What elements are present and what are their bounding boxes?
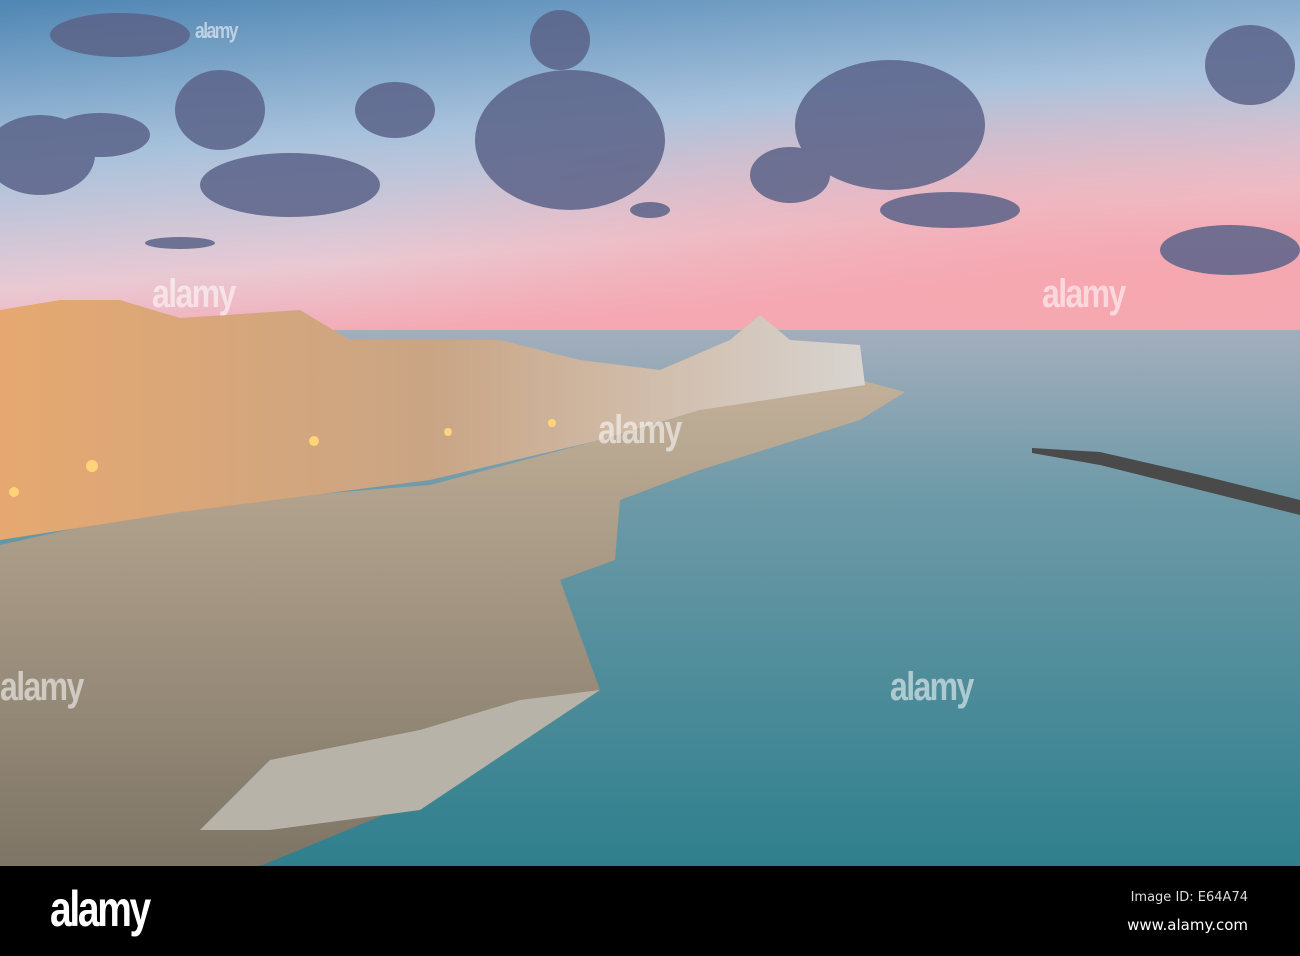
watermark: alamy [152,272,236,316]
alamy-logo: alamy [50,881,151,937]
image-id: Image ID: E64A74 [1130,890,1248,905]
footer-bar: alamy Image ID: E64A74 www.alamy.com [0,866,1300,956]
watermark: alamy [0,665,84,709]
watermark: alamy [195,18,239,43]
watermark: alamy [890,665,974,709]
site-url: www.alamy.com [1127,916,1248,934]
watermark: alamy [1042,272,1126,316]
watermark: alamy [598,408,682,452]
